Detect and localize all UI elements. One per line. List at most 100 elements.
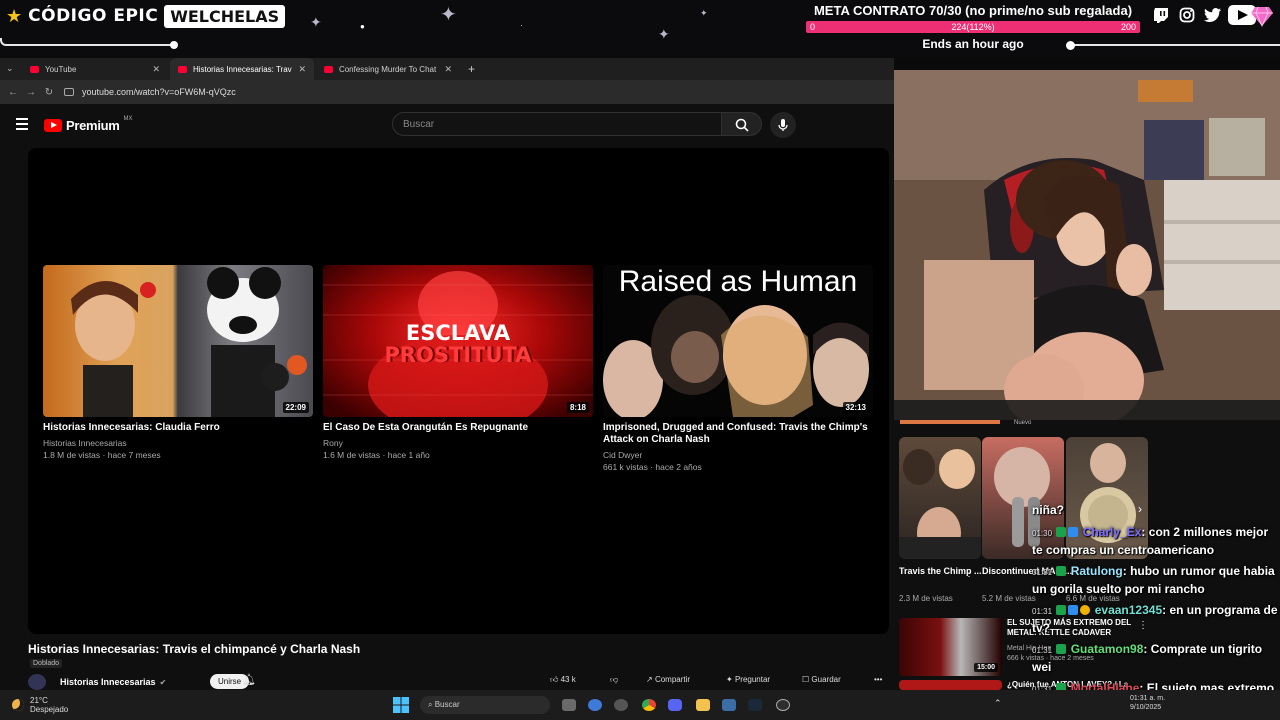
- decorative-dot: [1066, 41, 1075, 50]
- chat-username[interactable]: Ratulong: [1071, 564, 1123, 578]
- instagram-icon: [1176, 5, 1197, 25]
- end-card-thumbnail[interactable]: Raised as Human 32:13: [603, 265, 873, 417]
- discord-icon[interactable]: [668, 699, 682, 711]
- bell-icon[interactable]: 🔔︎: [242, 673, 256, 686]
- file-explorer-icon[interactable]: [696, 699, 710, 711]
- like-count: 43 k: [560, 675, 576, 684]
- ask-button[interactable]: ✦ Preguntar: [726, 675, 770, 684]
- chat-username[interactable]: evaan12345: [1095, 603, 1162, 617]
- chrome-icon[interactable]: [642, 699, 656, 711]
- reload-icon[interactable]: ↻: [40, 87, 58, 98]
- short-views: 2.3 M de vistas: [899, 594, 953, 603]
- stream-chat: niña? 01:30 Charly_Ex: con 2 millones me…: [1030, 500, 1280, 715]
- goal-max: 200: [1120, 22, 1136, 32]
- chat-message: 01:30 Charly_Ex: con 2 millones mejor te…: [1032, 525, 1269, 557]
- tab-search-icon[interactable]: ⌄: [6, 63, 14, 74]
- new-tab-icon[interactable]: +: [468, 62, 475, 76]
- badge-icon: [1056, 644, 1067, 654]
- taskbar-clock[interactable]: 01:31 a. m. 9/10/2025: [1130, 694, 1165, 712]
- steam-icon[interactable]: [748, 699, 762, 711]
- tab-youtube[interactable]: YouTube ✕: [22, 58, 168, 80]
- related-thumbnail[interactable]: 15:00: [899, 618, 1002, 676]
- chat-username[interactable]: Charly_Ex: [1083, 525, 1142, 539]
- site-info-icon[interactable]: [64, 88, 74, 96]
- channel-name[interactable]: Historias Innecesarias: [60, 677, 156, 687]
- youtube-logo[interactable]: Premium MX: [44, 116, 133, 133]
- video-duration: 8:18: [566, 402, 589, 413]
- forward-icon[interactable]: →: [22, 87, 40, 98]
- settings-icon[interactable]: [614, 699, 628, 711]
- gem-icon: [1250, 4, 1274, 28]
- end-card-stats: 1.6 M de vistas · hace 1 año: [323, 450, 430, 460]
- voice-search-button[interactable]: [770, 112, 796, 138]
- youtube-play-icon: [44, 119, 62, 132]
- end-card-title[interactable]: Historias Innecesarias: Claudia Ferro: [43, 422, 313, 434]
- video-duration: 22:09: [282, 402, 309, 413]
- chat-time: 01:31: [1032, 568, 1053, 577]
- photos-icon[interactable]: [722, 699, 736, 711]
- share-button[interactable]: ↗ Compartir: [646, 675, 690, 684]
- search-icon: ⌕: [428, 700, 433, 709]
- end-card-title[interactable]: El Caso De Esta Orangután Es Repugnante: [323, 422, 593, 434]
- chat-time: 01:31: [1032, 646, 1053, 655]
- chat-time: 01:30: [1032, 529, 1053, 538]
- close-tab-icon[interactable]: ✕: [444, 64, 452, 75]
- save-button[interactable]: ☐ Guardar: [802, 675, 841, 684]
- short-views: 5.2 M de vistas: [982, 594, 1036, 603]
- end-card[interactable]: Raised as Human 32:13 Imprisoned, Drugge…: [603, 265, 873, 473]
- like-button[interactable]: 👍︎ 43 k: [550, 675, 576, 685]
- search-input[interactable]: Buscar: [392, 112, 722, 136]
- obs-icon[interactable]: [776, 699, 790, 711]
- twitter-icon: [1202, 5, 1223, 25]
- ask-label: Preguntar: [734, 675, 771, 684]
- new-label: Nuevo: [1014, 420, 1032, 426]
- windows-start-icon[interactable]: [393, 697, 409, 713]
- end-card[interactable]: ESCLAVA PROSTITUTA 8:18 El Caso De Esta …: [323, 265, 593, 461]
- video-duration: 32:13: [842, 402, 869, 413]
- badge-icon: [1056, 527, 1067, 537]
- browser-address-bar: ← → ↻ youtube.com/watch?v=oFW6M-qVQzc: [0, 80, 894, 104]
- youtube-favicon: [178, 65, 187, 73]
- tab-confessing[interactable]: Confessing Murder To Chat GP ✕: [316, 58, 460, 80]
- weather-widget[interactable]: 21°C Despejado: [12, 696, 68, 714]
- chat-message: 01:31 evaan12345: en un programa de tv?: [1032, 603, 1278, 635]
- youtube-favicon: [324, 65, 333, 73]
- goal-current: 224(112%): [951, 22, 995, 32]
- moon-icon: [12, 699, 24, 711]
- end-card-stats: 1.8 M de vistas · hace 7 meses: [43, 450, 161, 460]
- tab-historias[interactable]: Historias Innecesarias: Travis el ✕: [170, 58, 314, 80]
- decorative-line: [0, 38, 176, 46]
- brand-tag: WELCHELAS: [164, 4, 286, 28]
- chevron-up-icon[interactable]: ⌃: [994, 698, 1002, 709]
- url-field[interactable]: youtube.com/watch?v=oFW6M-qVQzc: [82, 87, 236, 97]
- back-icon[interactable]: ←: [4, 87, 22, 98]
- more-icon[interactable]: ⋮: [964, 568, 974, 579]
- chat-text: Comprate un tigrito wei: [1032, 642, 1263, 674]
- end-card[interactable]: 22:09 Historias Innecesarias: Claudia Fe…: [43, 265, 313, 461]
- social-icons: [1150, 5, 1256, 25]
- more-icon[interactable]: •••: [874, 675, 882, 684]
- end-card-thumbnail[interactable]: 22:09: [43, 265, 313, 417]
- browser-tab-bar: ⌄ YouTube ✕ Historias Innecesarias: Trav…: [0, 58, 894, 80]
- close-tab-icon[interactable]: ✕: [152, 64, 160, 75]
- chat-message: 01:31 Ratulong: hubo un rumor que habia …: [1032, 564, 1275, 596]
- taskbar-search[interactable]: ⌕ Buscar: [420, 696, 550, 714]
- chat-message: 01:31 Guatamon98: Comprate un tigrito we…: [1032, 642, 1263, 674]
- close-tab-icon[interactable]: ✕: [298, 64, 306, 75]
- badge-icon: [1056, 605, 1067, 615]
- dislike-button[interactable]: 👎︎: [610, 675, 618, 685]
- channel-avatar[interactable]: [28, 674, 46, 690]
- menu-icon[interactable]: [16, 118, 28, 130]
- search-button[interactable]: [722, 112, 762, 136]
- task-view-icon[interactable]: [562, 699, 576, 711]
- end-card-title[interactable]: Imprisoned, Drugged and Confused: Travis…: [603, 422, 873, 446]
- channel-brand: ★ CÓDIGO EPIC WELCHELAS: [6, 4, 286, 28]
- end-card-thumbnail[interactable]: ESCLAVA PROSTITUTA 8:18: [323, 265, 593, 417]
- chat-username[interactable]: Guatamon98: [1071, 642, 1144, 656]
- copilot-icon[interactable]: [588, 699, 602, 711]
- short-thumbnail[interactable]: [899, 437, 981, 559]
- verified-icon: ✔: [159, 677, 167, 687]
- related-thumbnail[interactable]: [899, 680, 1002, 690]
- youtube-page: Premium MX Buscar 22:09 Historias Innece…: [0, 104, 894, 690]
- video-player[interactable]: 22:09 Historias Innecesarias: Claudia Fe…: [28, 148, 889, 634]
